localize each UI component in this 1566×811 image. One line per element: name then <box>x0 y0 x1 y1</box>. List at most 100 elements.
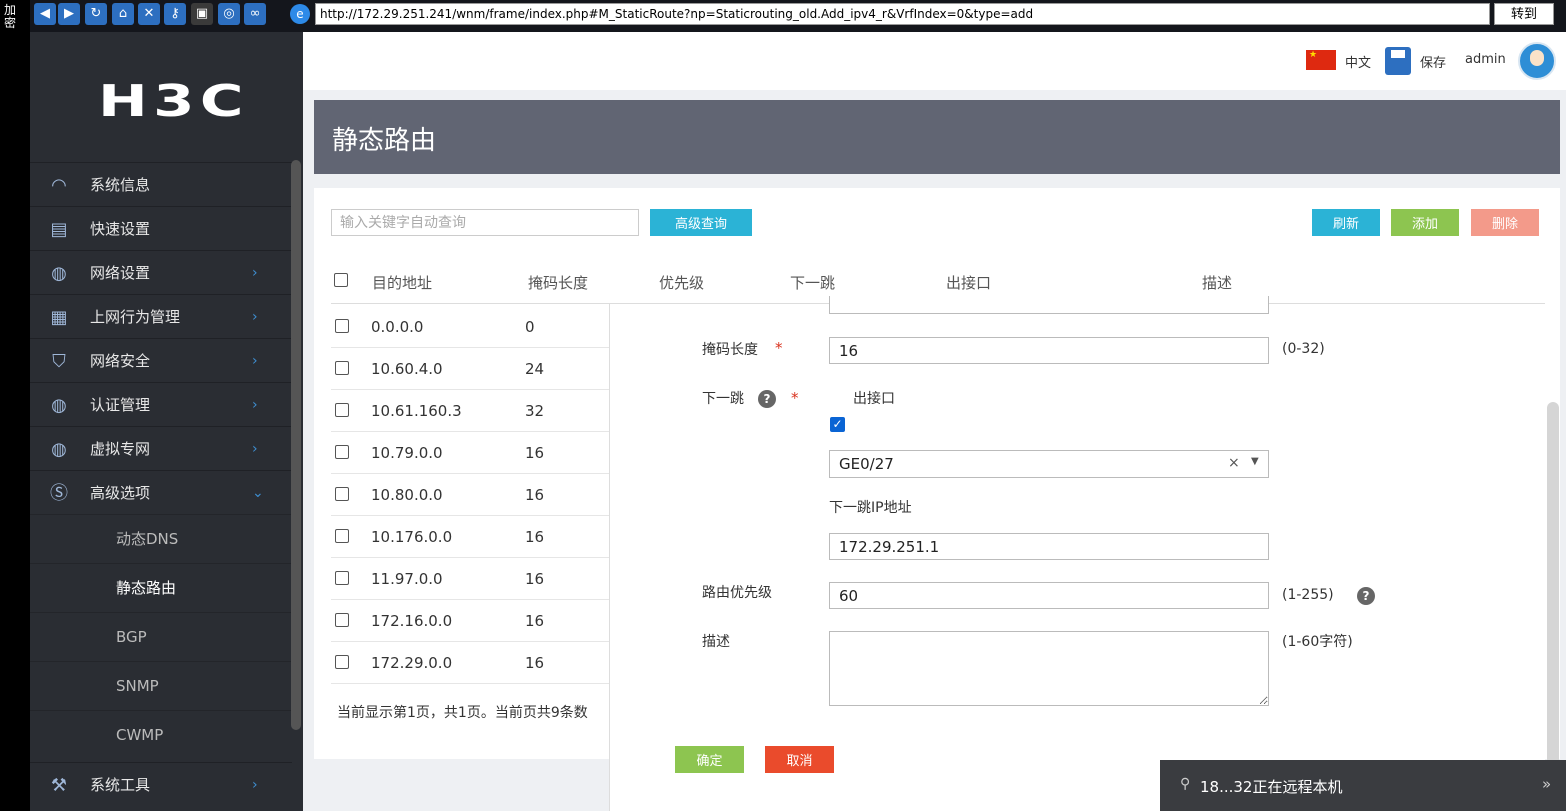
row-checkbox[interactable] <box>335 487 349 501</box>
column-header-interface[interactable]: 出接口 <box>946 272 991 293</box>
nexthop-ip-input[interactable] <box>829 533 1269 560</box>
dest-cell: 172.29.0.0 <box>371 654 453 672</box>
add-button[interactable]: 添加 <box>1391 209 1459 236</box>
column-header-priority[interactable]: 优先级 <box>659 272 704 293</box>
table-row[interactable]: 10.60.4.0 24 <box>331 348 611 390</box>
row-checkbox[interactable] <box>335 655 349 669</box>
username[interactable]: admin <box>1465 52 1506 67</box>
form-scrollbar[interactable] <box>1547 402 1559 802</box>
desc-textarea[interactable] <box>829 631 1269 706</box>
url-input[interactable] <box>315 3 1490 25</box>
sidebar-item-quick-setup[interactable]: ▤ 快速设置 <box>30 206 292 250</box>
sidebar-subitem-ddns[interactable]: 动态DNS <box>30 514 292 563</box>
flag-icon[interactable] <box>1306 50 1336 70</box>
sidebar-item-network[interactable]: ◍ 网络设置 › <box>30 250 292 294</box>
remote-session-notice[interactable]: ⚲ 18...32正在远程本机 » <box>1160 760 1566 811</box>
cancel-button[interactable]: 取消 <box>765 746 834 773</box>
key-icon[interactable]: ⚷ <box>164 3 186 25</box>
globe-icon: ◍ <box>51 263 67 284</box>
table-row[interactable]: 11.97.0.0 16 <box>331 558 611 600</box>
save-icon[interactable] <box>1385 47 1411 75</box>
chevron-right-icon: › <box>252 309 258 325</box>
delete-button[interactable]: 删除 <box>1471 209 1539 236</box>
back-icon[interactable]: ◀ <box>34 3 56 25</box>
sidebar-scrollbar[interactable] <box>291 160 301 730</box>
refresh-button[interactable]: 刷新 <box>1312 209 1380 236</box>
dest-cell: 10.61.160.3 <box>371 402 462 420</box>
table-row[interactable]: 172.29.0.0 16 <box>331 642 611 684</box>
gauge-icon: ◠ <box>51 175 67 196</box>
help-icon[interactable]: ? <box>758 390 776 408</box>
sidebar-item-vpn[interactable]: ◍ 虚拟专网 › <box>30 426 292 470</box>
sidebar-subitem-cwmp[interactable]: CWMP <box>30 710 292 759</box>
table-row[interactable]: 10.80.0.0 16 <box>331 474 611 516</box>
mask-cell: 16 <box>525 444 545 462</box>
row-checkbox[interactable] <box>335 529 349 543</box>
clear-icon[interactable]: × <box>1228 455 1240 471</box>
search-input[interactable] <box>331 209 639 236</box>
sidebar-subitem-bgp[interactable]: BGP <box>30 612 292 661</box>
sidebar-item-label: 高级选项 <box>90 484 151 502</box>
table-row[interactable]: 172.16.0.0 16 <box>331 600 611 642</box>
nexthop-label: 下一跳 <box>702 391 744 407</box>
mask-hint: (0-32) <box>1282 341 1325 357</box>
interface-select-value: GE0/27 <box>839 455 894 473</box>
interface-select[interactable]: GE0/27 × ▼ <box>829 450 1269 478</box>
expand-icon[interactable]: » <box>1542 775 1551 793</box>
sidebar-item-security[interactable]: ⛉ 网络安全 › <box>30 338 292 382</box>
home-icon[interactable]: ⌂ <box>112 3 134 25</box>
chevron-right-icon: › <box>252 265 258 281</box>
priority-input[interactable] <box>829 582 1269 609</box>
stop-icon[interactable]: ✕ <box>138 3 160 25</box>
sidebar: H3C ◠ 系统信息 ▤ 快速设置 ◍ 网络设置 › ▦ 上网行为管理 › ⛉ … <box>30 32 303 811</box>
caret-down-icon[interactable]: ▼ <box>1251 456 1259 467</box>
binoculars-icon[interactable]: ∞ <box>244 3 266 25</box>
advanced-search-button[interactable]: 高级查询 <box>650 209 752 236</box>
chevron-right-icon: › <box>252 353 258 369</box>
sidebar-item-tools[interactable]: ⚒ 系统工具 › <box>30 762 292 806</box>
chevron-right-icon: › <box>252 777 258 793</box>
dest-cell: 10.60.4.0 <box>371 360 443 378</box>
interface-checkbox-label[interactable]: 出接口 <box>853 388 895 408</box>
column-header-nexthop[interactable]: 下一跳 <box>790 272 835 293</box>
table-row[interactable]: 10.79.0.0 16 <box>331 432 611 474</box>
console-icon[interactable]: ▣ <box>191 3 213 25</box>
priority-label: 路由优先级 <box>702 585 772 601</box>
sidebar-item-system-info[interactable]: ◠ 系统信息 <box>30 162 292 206</box>
s-logo-icon: Ⓢ <box>50 483 68 504</box>
row-checkbox[interactable] <box>335 319 349 333</box>
row-checkbox[interactable] <box>335 445 349 459</box>
language-label[interactable]: 中文 <box>1345 52 1371 71</box>
column-header-mask[interactable]: 掩码长度 <box>528 272 588 293</box>
forward-icon[interactable]: ▶ <box>58 3 80 25</box>
confirm-button[interactable]: 确定 <box>675 746 744 773</box>
column-header-dest[interactable]: 目的地址 <box>372 272 432 293</box>
sidebar-subitem-static-route[interactable]: 静态路由 <box>30 563 292 612</box>
nexthop-ip-label: 下一跳IP地址 <box>829 500 912 516</box>
mask-label: 掩码长度 <box>702 342 758 358</box>
table-row[interactable]: 0.0.0.0 0 <box>331 306 611 348</box>
row-checkbox[interactable] <box>335 403 349 417</box>
avatar[interactable] <box>1518 42 1556 80</box>
sidebar-item-behavior[interactable]: ▦ 上网行为管理 › <box>30 294 292 338</box>
dest-ip-input[interactable] <box>829 296 1269 314</box>
save-label[interactable]: 保存 <box>1420 52 1446 71</box>
column-header-desc[interactable]: 描述 <box>1202 272 1232 293</box>
sidebar-subitem-snmp[interactable]: SNMP <box>30 661 292 710</box>
globe-icon[interactable]: ◎ <box>218 3 240 25</box>
select-all-checkbox[interactable] <box>334 273 348 287</box>
sidebar-item-auth[interactable]: ◍ 认证管理 › <box>30 382 292 426</box>
row-checkbox[interactable] <box>335 571 349 585</box>
mask-input[interactable] <box>829 337 1269 364</box>
refresh-icon[interactable]: ↻ <box>85 3 107 25</box>
interface-checkbox[interactable]: ✓ <box>830 417 845 432</box>
sidebar-item-label: 网络设置 <box>90 264 151 282</box>
row-checkbox[interactable] <box>335 361 349 375</box>
sidebar-item-advanced[interactable]: Ⓢ 高级选项 ⌄ <box>30 470 292 514</box>
table-row[interactable]: 10.61.160.3 32 <box>331 390 611 432</box>
go-button[interactable]: 转到 <box>1494 3 1554 25</box>
edge-strip-text: 加密 <box>4 3 17 30</box>
row-checkbox[interactable] <box>335 613 349 627</box>
help-icon[interactable]: ? <box>1357 587 1375 605</box>
table-row[interactable]: 10.176.0.0 16 <box>331 516 611 558</box>
